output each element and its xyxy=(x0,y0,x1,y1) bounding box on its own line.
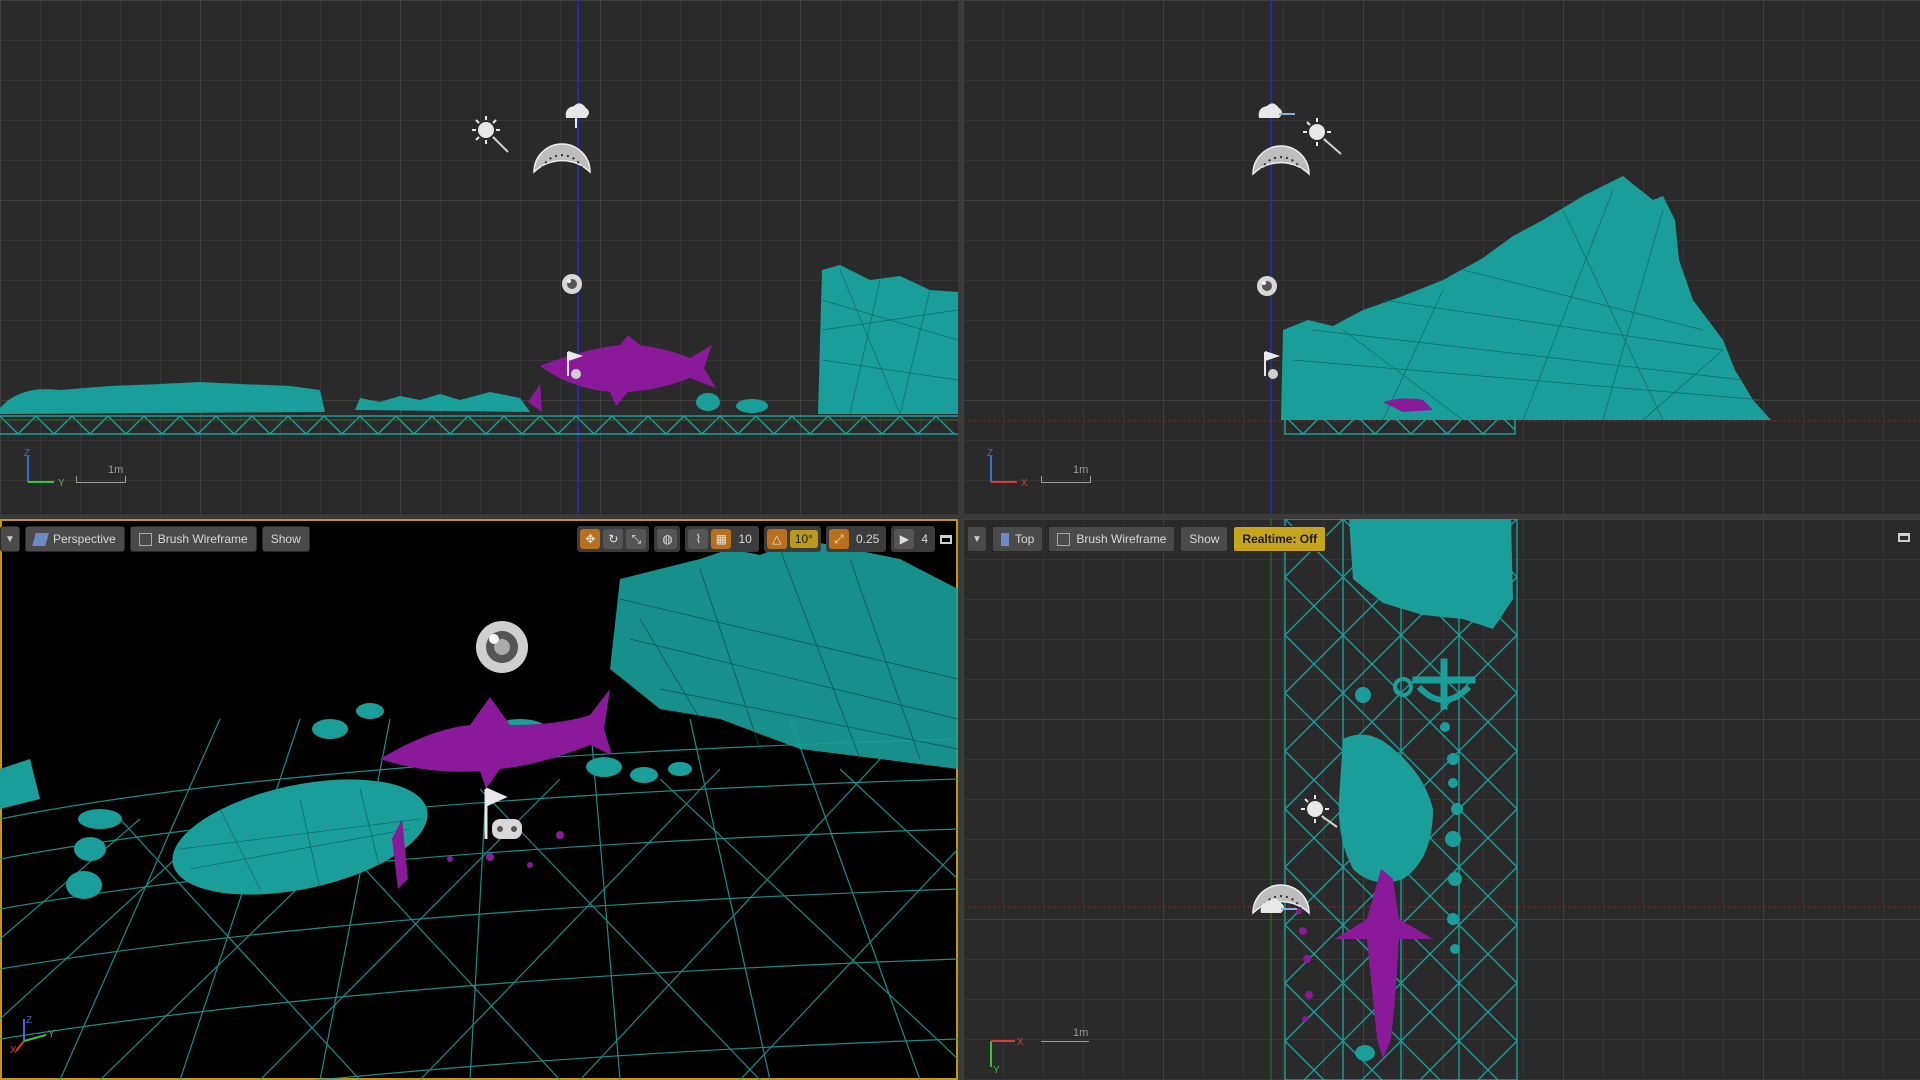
viewport-side[interactable]: Y Z 1m xyxy=(0,0,958,514)
shark-mesh xyxy=(380,689,612,789)
sky-atmosphere-icon xyxy=(533,143,591,174)
svg-text:X: X xyxy=(1017,1037,1024,1048)
viewport-perspective[interactable]: ▼ Perspective Brush Wireframe Show ✥ ↻ ⤡… xyxy=(0,519,958,1080)
shark-mesh xyxy=(1335,869,1433,1059)
perspective-toolbar-right: ✥ ↻ ⤡ ◍ ⌇ ▦ 10 △ 10° ⤢ 0.25 ▶ 4 xyxy=(577,525,952,553)
rotation-snap: △ 10° xyxy=(763,526,821,552)
view-mode-button[interactable]: Perspective xyxy=(25,526,125,552)
rotation-snap-value[interactable]: 10° xyxy=(789,530,818,548)
axis-gizmo: X Y xyxy=(990,1037,1024,1073)
reflection-capture-icon xyxy=(562,274,582,294)
seabed-rock xyxy=(1338,734,1433,883)
svg-text:Y: Y xyxy=(993,1065,1000,1073)
sun-light-icon xyxy=(1303,118,1342,155)
top-scene xyxy=(963,519,1920,1080)
coordinate-space: ◍ xyxy=(654,526,681,552)
wireframe-icon xyxy=(1057,532,1071,546)
grid-icon[interactable]: ▦ xyxy=(711,529,732,549)
axis-gizmo: Y Z xyxy=(24,448,65,488)
wireframe-floor xyxy=(0,718,958,1080)
viewport-splitter-horizontal[interactable] xyxy=(0,514,1920,519)
scale-indicator: 1m xyxy=(1041,1027,1089,1048)
scale-snap-icon[interactable]: ⤢ xyxy=(828,529,849,549)
scale-icon[interactable]: ⤡ xyxy=(626,529,647,549)
sky-atmosphere-icon xyxy=(1252,145,1310,176)
scale-snap: ⤢ 0.25 xyxy=(825,526,887,552)
translate-icon[interactable]: ✥ xyxy=(580,529,601,549)
svg-text:Z: Z xyxy=(24,448,30,459)
svg-text:Z: Z xyxy=(987,448,993,459)
rock-formation xyxy=(1349,519,1513,629)
scale-snap-value[interactable]: 0.25 xyxy=(852,532,883,546)
camera-speed-value[interactable]: 4 xyxy=(917,532,932,546)
seabed-rock-left xyxy=(0,382,325,414)
view-mode-button[interactable]: Top xyxy=(992,526,1044,552)
perspective-toolbar-left: ▼ Perspective Brush Wireframe Show xyxy=(0,525,310,553)
surface-snap-icon[interactable]: ⌇ xyxy=(688,529,709,549)
svg-text:X: X xyxy=(10,1045,17,1055)
front-scene xyxy=(963,0,1920,514)
render-mode-button[interactable]: Brush Wireframe xyxy=(129,526,257,552)
wireframe-icon xyxy=(138,532,152,546)
show-button[interactable]: Show xyxy=(261,526,310,552)
maximize-icon[interactable] xyxy=(1898,533,1910,542)
angle-icon[interactable]: △ xyxy=(766,529,787,549)
show-button[interactable]: Show xyxy=(1180,526,1229,552)
viewport-splitter-vertical[interactable] xyxy=(958,0,963,1080)
realtime-toggle[interactable]: Realtime: Off xyxy=(1233,526,1327,552)
perspective-cube-icon xyxy=(32,532,49,546)
ground-volume-wireframe xyxy=(0,414,958,436)
anchor-mesh xyxy=(1393,658,1476,710)
viewport-options-button[interactable]: ▼ xyxy=(0,526,20,552)
seabed-rock-right xyxy=(818,265,958,414)
menu-dropdown-icon: ▼ xyxy=(972,533,982,545)
perspective-scene xyxy=(0,539,958,1080)
top-toolbar-left: ▼ Top Brush Wireframe Show Realtime: Off xyxy=(967,525,1327,553)
scale-indicator: 1m xyxy=(76,464,126,483)
transform-tools: ✥ ↻ ⤡ xyxy=(577,526,650,552)
scale-indicator: 1m xyxy=(1041,464,1091,483)
svg-text:Y: Y xyxy=(48,1029,55,1040)
seabed-plants xyxy=(355,392,530,412)
svg-text:Z: Z xyxy=(26,1015,32,1026)
viewport-front[interactable]: X Z 1m xyxy=(963,0,1920,514)
axis-gizmo: Y Z X xyxy=(10,1015,55,1055)
svg-text:X: X xyxy=(1021,478,1028,488)
render-mode-button[interactable]: Brush Wireframe xyxy=(1048,526,1176,552)
maximize-icon[interactable] xyxy=(940,534,952,544)
unreal-editor-viewports: Y Z 1m X Z 1m ▼ Perspective Brush Wirefr… xyxy=(0,0,1920,1080)
top-view-icon xyxy=(1001,532,1009,546)
rotate-icon[interactable]: ↻ xyxy=(603,529,624,549)
rock-formation xyxy=(1281,176,1771,420)
menu-dropdown-icon: ▼ xyxy=(5,533,15,545)
viewport-options-button[interactable]: ▼ xyxy=(967,526,987,552)
skylight-icon xyxy=(1258,103,1295,118)
viewport-top[interactable]: ▼ Top Brush Wireframe Show Realtime: Off… xyxy=(963,519,1920,1080)
reflection-capture-icon xyxy=(1257,276,1277,296)
camera-speed-icon[interactable]: ▶ xyxy=(894,529,915,549)
svg-text:Y: Y xyxy=(58,478,65,488)
camera-speed: ▶ 4 xyxy=(891,526,935,552)
reflection-capture-icon xyxy=(476,621,528,673)
sun-light-icon xyxy=(472,116,509,153)
world-icon[interactable]: ◍ xyxy=(657,529,678,549)
sun-light-icon xyxy=(1301,795,1338,828)
shark-mesh xyxy=(540,335,716,406)
side-scene xyxy=(0,0,958,514)
axis-gizmo: X Z xyxy=(987,448,1028,488)
grid-snap-value[interactable]: 10 xyxy=(734,532,755,546)
rock-wall xyxy=(610,539,958,769)
grid-snap: ⌇ ▦ 10 xyxy=(685,526,759,552)
